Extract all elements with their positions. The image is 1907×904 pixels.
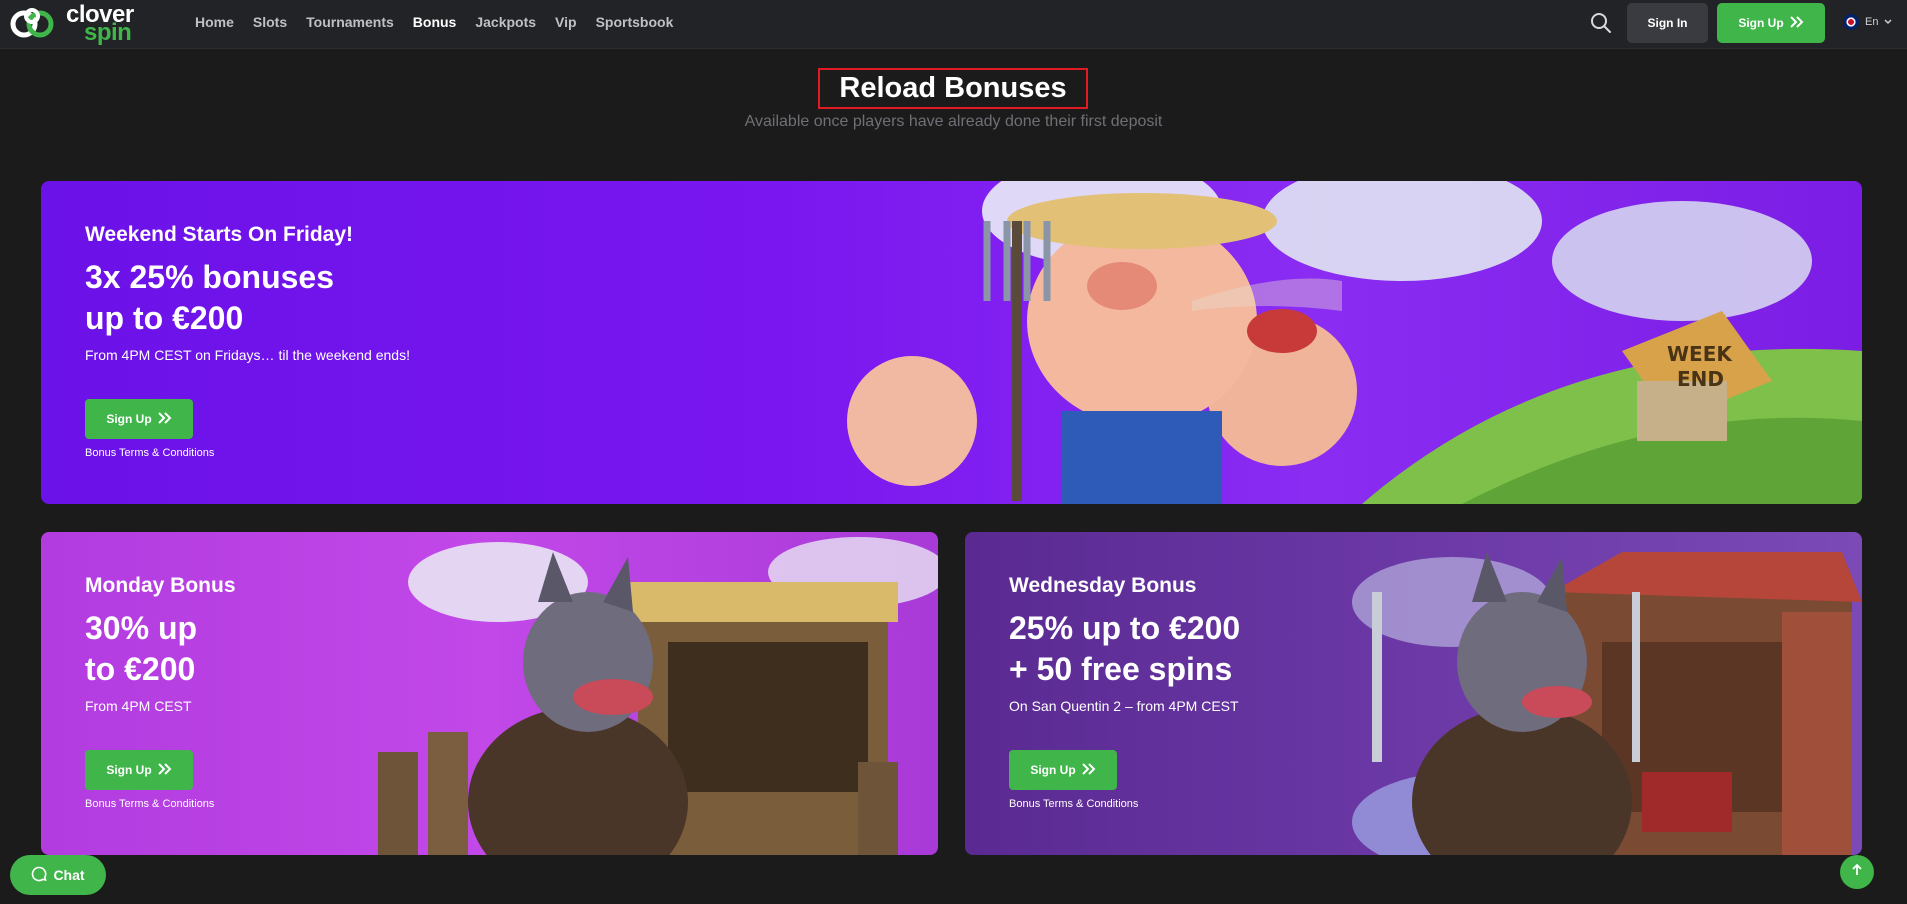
bonus-kicker: Monday Bonus	[85, 574, 236, 597]
nav-vip[interactable]: Vip	[555, 14, 577, 30]
chat-button[interactable]: Chat	[10, 855, 106, 895]
bonus-kicker: Wednesday Bonus	[1009, 574, 1197, 597]
wednesday-sign-up-button[interactable]: Sign Up	[1009, 750, 1117, 790]
headline-line-2: + 50 free spins	[1009, 651, 1233, 687]
top-navigation-bar: clover spin Home Slots Tournaments Bonus…	[0, 0, 1907, 49]
headline-line-1: 30% up	[85, 610, 198, 646]
search-icon[interactable]	[1589, 11, 1613, 35]
bonus-headline: 3x 25% bonuses up to €200	[85, 257, 410, 339]
sign-up-label: Sign Up	[106, 763, 152, 777]
page-title-box: Reload Bonuses	[818, 68, 1088, 109]
double-chevron-right-icon	[1081, 762, 1096, 778]
sign-in-button[interactable]: Sign In	[1627, 3, 1708, 43]
headline-line-2: to €200	[85, 651, 196, 687]
bonus-description: From 4PM CEST	[85, 698, 192, 714]
page-subtitle: Available once players have already done…	[744, 113, 1163, 130]
weekend-pigs-illustration: WEEK END	[847, 181, 1862, 504]
headline-line-1: 25% up to €200	[1009, 610, 1241, 646]
language-selector[interactable]: En	[1843, 14, 1892, 30]
language-label: En	[1865, 16, 1879, 28]
nav-home[interactable]: Home	[195, 14, 234, 30]
double-chevron-right-icon	[157, 762, 172, 778]
logo-text-spin: spin	[84, 19, 132, 46]
sign-up-label: Sign Up	[1738, 16, 1784, 30]
sign-up-label: Sign Up	[1030, 763, 1076, 777]
nav-sportsbook[interactable]: Sportsbook	[596, 14, 674, 30]
nav-jackpots[interactable]: Jackpots	[475, 14, 536, 30]
nav-tournaments[interactable]: Tournaments	[306, 14, 394, 30]
main-nav: Home Slots Tournaments Bonus Jackpots Vi…	[195, 0, 673, 44]
nav-slots[interactable]: Slots	[253, 14, 287, 30]
bonus-description: On San Quentin 2 – from 4PM CEST	[1009, 698, 1239, 714]
weekend-sign-word1: WEEK	[1667, 342, 1733, 366]
bonus-terms-link[interactable]: Bonus Terms & Conditions	[1009, 798, 1138, 810]
bonus-description: From 4PM CEST on Fridays… til the weeken…	[85, 347, 410, 363]
clover-logo-icon	[10, 4, 62, 44]
page-title: Reload Bonuses	[839, 72, 1067, 104]
bonus-card-monday: Monday Bonus 30% up to €200 From 4PM CES…	[41, 532, 938, 855]
bonus-card-wednesday: Wednesday Bonus 25% up to €200 + 50 free…	[965, 532, 1862, 855]
bonus-terms-link[interactable]: Bonus Terms & Conditions	[85, 798, 214, 810]
headline-line-1: 3x 25% bonuses	[85, 259, 334, 295]
sign-up-button[interactable]: Sign Up	[1717, 3, 1825, 43]
double-chevron-right-icon	[157, 411, 172, 427]
double-chevron-right-icon	[1789, 15, 1804, 31]
monday-wolf-illustration	[378, 537, 938, 855]
headline-line-2: up to €200	[85, 300, 244, 336]
scroll-to-top-button[interactable]	[1840, 855, 1874, 889]
bonus-headline: 30% up to €200	[85, 608, 236, 690]
uk-flag-icon	[1843, 14, 1859, 30]
chat-bubble-icon	[31, 866, 48, 885]
clover-spin-logo[interactable]: clover spin	[10, 3, 134, 45]
wednesday-wolf-illustration	[1352, 552, 1862, 855]
chevron-down-icon	[1884, 16, 1892, 28]
bonus-headline: 25% up to €200 + 50 free spins	[1009, 608, 1240, 690]
sign-up-label: Sign Up	[106, 412, 152, 426]
monday-sign-up-button[interactable]: Sign Up	[85, 750, 193, 790]
arrow-up-icon	[1850, 863, 1864, 882]
bonus-terms-link[interactable]: Bonus Terms & Conditions	[85, 447, 214, 459]
bonus-kicker: Weekend Starts On Friday!	[85, 223, 354, 246]
weekend-sign-up-button[interactable]: Sign Up	[85, 399, 193, 439]
nav-bonus[interactable]: Bonus	[413, 14, 457, 30]
chat-label: Chat	[53, 867, 85, 883]
bonus-card-weekend: WEEK END Weekend Starts On Friday! 3x 25…	[41, 181, 1862, 504]
weekend-sign-word2: END	[1677, 367, 1724, 391]
